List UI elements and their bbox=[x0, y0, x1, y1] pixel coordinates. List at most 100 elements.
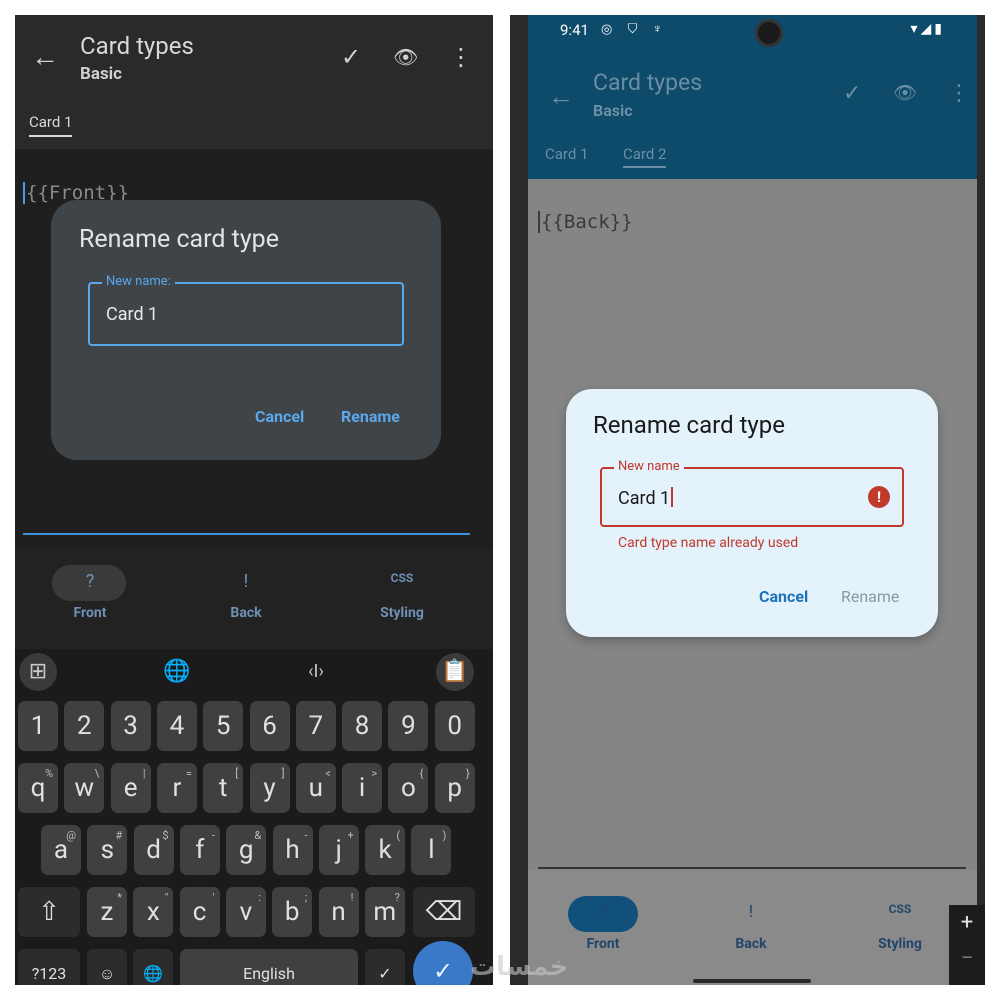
backspace-key[interactable]: ⌫ bbox=[413, 887, 475, 937]
key-hint: ) bbox=[442, 829, 447, 842]
key-9[interactable]: 9 bbox=[388, 701, 429, 751]
css-icon: CSS bbox=[390, 571, 414, 585]
key-t[interactable]: t[ bbox=[203, 763, 244, 813]
dialog-title: Rename card type bbox=[593, 411, 785, 439]
key-label: r bbox=[172, 773, 182, 803]
back-arrow-icon[interactable]: ← bbox=[548, 81, 574, 112]
status-notification-icons: ◎ ⛉ ♆ bbox=[601, 22, 669, 37]
key-5[interactable]: 5 bbox=[203, 701, 244, 751]
back-arrow-icon[interactable]: ← bbox=[31, 43, 59, 71]
key-i[interactable]: i > bbox=[342, 763, 383, 813]
key-hint: - bbox=[211, 829, 215, 842]
key-v[interactable]: v: bbox=[225, 887, 266, 937]
key-r[interactable]: r = bbox=[156, 763, 197, 813]
key-c[interactable]: c ' bbox=[179, 887, 220, 937]
key-label: ⇧ bbox=[38, 897, 60, 927]
key-label: 8 bbox=[354, 711, 370, 741]
key-e[interactable]: e | bbox=[110, 763, 151, 813]
key-a[interactable]: a @ bbox=[41, 825, 81, 875]
key-j[interactable]: j + bbox=[318, 825, 359, 875]
key-7[interactable]: 7 bbox=[295, 701, 336, 751]
eye-icon[interactable]: 👁 bbox=[393, 43, 418, 71]
apps-grid-icon[interactable]: ⊞ bbox=[19, 653, 57, 691]
key-m[interactable]: m? bbox=[364, 887, 405, 937]
space-key[interactable]: English bbox=[180, 949, 358, 985]
dialog-title: Rename card type bbox=[79, 225, 279, 254]
more-vert-icon[interactable]: ⋮ bbox=[449, 43, 473, 71]
key-0[interactable]: 0 bbox=[434, 701, 475, 751]
key-y[interactable]: y] bbox=[249, 763, 290, 813]
key-label: v bbox=[239, 897, 253, 927]
key-label: 4 bbox=[169, 711, 185, 741]
shift-key[interactable]: ⇧ bbox=[18, 887, 80, 937]
key-b[interactable]: b; bbox=[272, 887, 313, 937]
key-label: l bbox=[428, 835, 435, 865]
key-8[interactable]: 8 bbox=[342, 701, 383, 751]
new-name-field[interactable]: New name: Card 1 bbox=[88, 274, 404, 346]
eye-icon[interactable]: 👁 bbox=[893, 81, 917, 104]
key-k[interactable]: k( bbox=[365, 825, 406, 875]
key-u[interactable]: u < bbox=[295, 763, 336, 813]
key-label: d bbox=[146, 835, 161, 865]
more-vert-icon[interactable]: ⋮ bbox=[948, 81, 970, 106]
key-g[interactable]: g & bbox=[226, 825, 267, 875]
symbols-key[interactable]: ?123 bbox=[18, 949, 80, 985]
front-card-icon: ? bbox=[598, 902, 608, 922]
zoom-in-icon[interactable]: + bbox=[949, 905, 985, 941]
tab-card-2[interactable]: Card 2 bbox=[623, 145, 667, 168]
tab-card-1[interactable]: Card 1 bbox=[29, 113, 73, 137]
nav-styling[interactable]: CSS Styling bbox=[342, 549, 462, 649]
nav-front[interactable]: ? Front bbox=[30, 549, 150, 649]
key-w[interactable]: w \ bbox=[64, 763, 105, 813]
cancel-button[interactable]: Cancel bbox=[759, 587, 808, 606]
cursor-move-icon[interactable]: ‹I› bbox=[297, 653, 335, 691]
cancel-button[interactable]: Cancel bbox=[255, 407, 304, 426]
rename-button[interactable]: Rename bbox=[341, 407, 400, 426]
key-l[interactable]: l) bbox=[411, 825, 452, 875]
key-f[interactable]: f- bbox=[179, 825, 220, 875]
enter-key[interactable]: ✓ bbox=[413, 941, 473, 985]
key-hint: $ bbox=[162, 829, 169, 842]
key-hint: < bbox=[325, 767, 331, 780]
key-hint: : bbox=[258, 891, 261, 904]
key-2[interactable]: 2 bbox=[64, 701, 105, 751]
key-h[interactable]: h- bbox=[272, 825, 313, 875]
key-d[interactable]: d $ bbox=[133, 825, 174, 875]
editor-underline bbox=[538, 867, 966, 869]
key-4[interactable]: 4 bbox=[156, 701, 197, 751]
clipboard-icon[interactable]: 📋 bbox=[436, 653, 474, 691]
globe-icon[interactable]: 🌐 bbox=[158, 653, 196, 691]
key-s[interactable]: s # bbox=[87, 825, 128, 875]
key-o[interactable]: o{ bbox=[388, 763, 429, 813]
key-label: m bbox=[373, 897, 397, 927]
key-3[interactable]: 3 bbox=[110, 701, 151, 751]
key-p[interactable]: p} bbox=[434, 763, 475, 813]
key-z[interactable]: z * bbox=[87, 887, 127, 937]
key-n[interactable]: n! bbox=[318, 887, 359, 937]
key-x[interactable]: x " bbox=[133, 887, 174, 937]
check-icon[interactable]: ✓ bbox=[843, 81, 861, 106]
rename-button-disabled[interactable]: Rename bbox=[841, 587, 899, 606]
nav-back[interactable]: ! Back bbox=[686, 870, 816, 970]
page-title: Card types bbox=[593, 69, 703, 96]
soft-keyboard: ⊞ 🌐 ‹I› 📋 1 2 3 4 5 6 7 8 9 0 q% w \ e | r = t[y] u < i > o{p}… bbox=[15, 649, 493, 985]
nav-label: Back bbox=[230, 605, 262, 621]
nav-back[interactable]: ! Back bbox=[186, 549, 306, 649]
key-1[interactable]: 1 bbox=[18, 701, 58, 751]
page-title: Card types bbox=[80, 32, 194, 60]
field-value[interactable]: Card 1 bbox=[618, 487, 674, 509]
key-hint: [ bbox=[235, 767, 239, 780]
key-label: English bbox=[243, 964, 295, 983]
editor-text[interactable]: {{Back}} bbox=[538, 211, 633, 233]
globe-key[interactable]: 🌐 bbox=[133, 949, 173, 985]
tab-card-1[interactable]: Card 1 bbox=[545, 145, 588, 166]
check-icon[interactable]: ✓ bbox=[341, 43, 361, 71]
key-q[interactable]: q% bbox=[18, 763, 58, 813]
key-6[interactable]: 6 bbox=[249, 701, 290, 751]
zoom-out-icon[interactable]: − bbox=[949, 941, 985, 977]
emoji-key[interactable]: ☺ bbox=[87, 949, 127, 985]
field-value[interactable]: Card 1 bbox=[106, 304, 158, 325]
key-dot[interactable]: ✓ bbox=[365, 949, 405, 985]
nav-styling[interactable]: CSS Styling bbox=[835, 870, 965, 970]
new-name-field[interactable]: New name Card 1 ! bbox=[600, 459, 904, 527]
